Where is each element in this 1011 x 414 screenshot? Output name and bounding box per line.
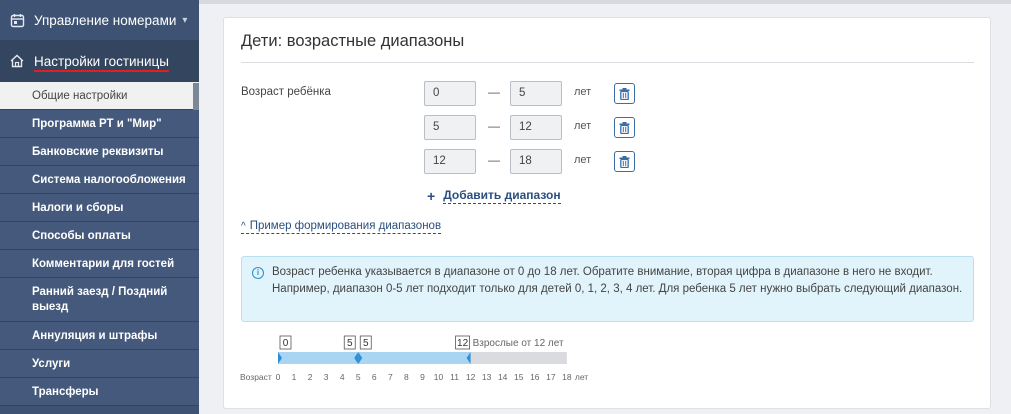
- timeline-tick-label: 9: [420, 372, 425, 382]
- timeline-tick-label: 4: [340, 372, 345, 382]
- timeline-tick-label: 1: [292, 372, 297, 382]
- sidebar-item-early-late-checkin[interactable]: Ранний заезд / Поздний выезд: [0, 278, 199, 322]
- sidebar-scrollbar[interactable]: [193, 83, 199, 110]
- sidebar-item-rt-mir-program[interactable]: Программа РТ и "Мир": [0, 110, 199, 138]
- sidebar-item-cancellation-penalties[interactable]: Аннуляция и штрафы: [0, 322, 199, 350]
- timeline-tick-label: 16: [530, 372, 540, 382]
- timeline-tick-label: 17: [546, 372, 556, 382]
- delete-range-button[interactable]: [614, 151, 635, 172]
- unit-label: лет: [574, 120, 592, 132]
- timeline-tick-label: 15: [514, 372, 524, 382]
- timeline-tick-label: 18: [562, 372, 572, 382]
- timeline-axis-label: Возраст: [240, 372, 272, 382]
- unit-label: лет: [574, 154, 592, 166]
- panel-divider: [241, 62, 974, 63]
- timeline-marker-label: 5: [363, 338, 369, 349]
- timeline-tick-label: 10: [434, 372, 444, 382]
- age-to-input[interactable]: 18: [510, 149, 562, 174]
- add-range-label: Добавить диапазон: [443, 188, 561, 204]
- sidebar-section-room-management[interactable]: Управление номерами ▾: [0, 0, 199, 41]
- sidebar-section-hotel-settings[interactable]: Настройки гостиницы: [0, 41, 199, 82]
- timeline-tick-label: 7: [388, 372, 393, 382]
- timeline-tick-label: 0: [276, 372, 281, 382]
- delete-range-button[interactable]: [614, 83, 635, 104]
- age-timeline: 0 5 5 12 Взрослые от 12 летВозраст 0 1 2 3 4 5 6 7 8 9…: [240, 335, 588, 382]
- age-to-input[interactable]: 12: [510, 115, 562, 140]
- timeline-adult-label: Взрослые от 12 лет: [473, 338, 564, 349]
- sidebar-item-taxes-fees[interactable]: Налоги и сборы: [0, 194, 199, 222]
- calendar-icon: [8, 11, 26, 29]
- delete-range-button[interactable]: [614, 117, 635, 138]
- chevron-up-icon: ^: [241, 220, 246, 232]
- sidebar-item-transfers[interactable]: Трансферы: [0, 378, 199, 406]
- trash-icon: [619, 121, 630, 134]
- chevron-down-icon: ▾: [182, 14, 188, 26]
- timeline-child-bar: [278, 352, 471, 364]
- timeline-marker-label: 5: [347, 338, 353, 349]
- unit-label: лет: [574, 86, 592, 98]
- sidebar-section-label: Управление номерами: [34, 12, 177, 28]
- sidebar-item-bank-details[interactable]: Банковские реквизиты: [0, 138, 199, 166]
- range-dash: —: [488, 119, 500, 133]
- children-age-ranges-panel: Дети: возрастные диапазоны Возраст ребён…: [223, 17, 991, 409]
- example-toggle-link[interactable]: ^ Пример формирования диапазонов: [241, 220, 442, 234]
- info-icon: i: [252, 267, 264, 279]
- sidebar-item-guest-comments[interactable]: Комментарии для гостей: [0, 250, 199, 278]
- timeline-adult-bar: [470, 352, 567, 364]
- plus-icon: +: [427, 188, 436, 204]
- sidebar-item-tax-system[interactable]: Система налогообложения: [0, 166, 199, 194]
- range-dash: —: [488, 85, 500, 99]
- timeline-tick-label: 6: [372, 372, 377, 382]
- timeline-tick-label: 5: [356, 372, 361, 382]
- panel-title: Дети: возрастные диапазоны: [241, 32, 465, 50]
- age-from-input[interactable]: 0: [424, 81, 476, 106]
- trash-icon: [619, 155, 630, 168]
- timeline-tick-label: 13: [482, 372, 492, 382]
- home-icon: [8, 52, 26, 70]
- timeline-marker-label: 0: [283, 338, 289, 349]
- timeline-marker-label: 12: [457, 338, 469, 349]
- child-age-label: Возраст ребёнка: [241, 86, 331, 98]
- range-dash: —: [488, 153, 500, 167]
- example-toggle-label: Пример формирования диапазонов: [249, 220, 442, 232]
- top-divider: [199, 0, 1011, 4]
- sidebar-item-general-settings[interactable]: Общие настройки: [0, 82, 199, 110]
- timeline-tick-label: 11: [450, 372, 459, 382]
- timeline-tick-label: 8: [404, 372, 409, 382]
- trash-icon: [619, 87, 630, 100]
- age-from-input[interactable]: 12: [424, 149, 476, 174]
- sidebar-item-payment-methods[interactable]: Способы оплаты: [0, 222, 199, 250]
- age-to-input[interactable]: 5: [510, 81, 562, 106]
- info-box: i Возраст ребенка указывается в диапазон…: [241, 256, 974, 322]
- sidebar-section-label: Настройки гостиницы: [34, 53, 169, 72]
- timeline-tick-label: 14: [498, 372, 508, 382]
- timeline-tick-label: 3: [324, 372, 329, 382]
- add-range-button[interactable]: + Добавить диапазон: [427, 188, 561, 204]
- timeline-tick-label: 2: [308, 372, 313, 382]
- age-from-input[interactable]: 5: [424, 115, 476, 140]
- sidebar: Управление номерами ▾ Настройки гостиниц…: [0, 0, 199, 414]
- timeline-tick-label: 12: [466, 372, 476, 382]
- info-text: Возраст ребенка указывается в диапазоне …: [272, 266, 963, 295]
- timeline-axis-unit: лет: [575, 372, 588, 382]
- sidebar-item-services[interactable]: Услуги: [0, 350, 199, 378]
